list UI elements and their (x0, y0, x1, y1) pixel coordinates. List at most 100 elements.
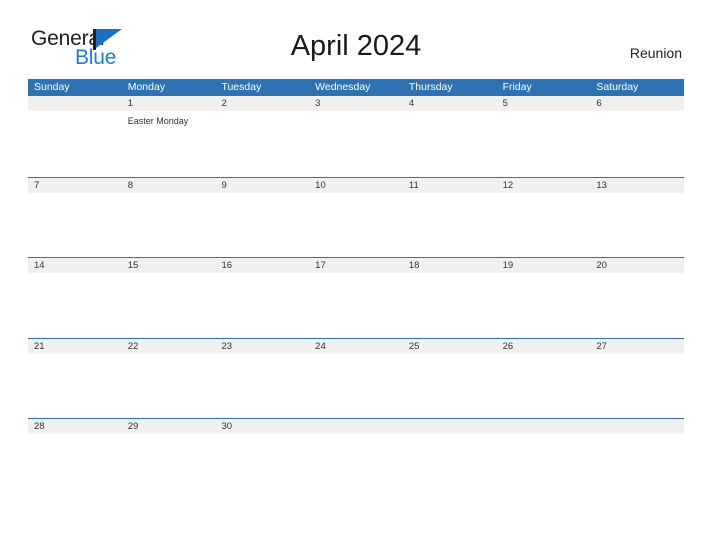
calendar-day-cell[interactable]: 12 (496, 177, 591, 258)
day-event: Easter Monday (127, 116, 189, 126)
calendar-day-cell[interactable]: 19 (496, 258, 591, 338)
day-events (497, 193, 591, 197)
page-header: General Blue April 2024 Reunion (0, 0, 712, 68)
day-number: 24 (315, 340, 326, 352)
day-events (497, 111, 591, 115)
day-events (497, 434, 591, 438)
calendar-day-cell[interactable]: 4 (402, 96, 497, 177)
day-events (309, 354, 403, 358)
calendar-week-row: 14 15 16 17 18 19 20 (28, 257, 685, 338)
day-number-band: 30 (215, 419, 310, 434)
day-number-band: 13 (590, 177, 685, 193)
day-number-band: 22 (121, 338, 216, 354)
day-number-band: 27 (590, 338, 685, 354)
day-number: 26 (502, 340, 514, 352)
day-number: 10 (315, 179, 326, 191)
day-events (28, 273, 122, 277)
day-number: 21 (34, 340, 45, 352)
day-events (215, 273, 309, 277)
calendar-day-cell[interactable]: 17 (309, 258, 403, 338)
calendar-day-cell[interactable]: 6 (590, 96, 685, 177)
day-number-band (28, 96, 122, 111)
calendar-day-cell-empty (309, 419, 403, 499)
day-number-band: 1 (121, 96, 216, 111)
day-number: 4 (408, 98, 415, 109)
day-events (403, 434, 497, 438)
calendar-day-cell[interactable]: 29 (121, 419, 216, 499)
calendar-day-cell[interactable]: 26 (496, 338, 591, 419)
calendar-day-cell[interactable]: 14 (28, 258, 122, 338)
calendar-day-cell[interactable]: 1 Easter Monday (121, 96, 216, 177)
calendar-day-cell[interactable]: 5 (496, 96, 591, 177)
calendar-day-cell[interactable]: 7 (28, 177, 122, 258)
calendar-day-cell[interactable]: 8 (121, 177, 216, 258)
day-events (590, 354, 684, 358)
calendar-weeks: 1 Easter Monday 2 3 4 5 6 7 8 9 10 11 12 13 14 15 16 17 18… (28, 96, 685, 499)
day-number-band: 4 (402, 96, 497, 111)
day-events (403, 111, 497, 115)
day-number-band: 12 (496, 177, 591, 193)
calendar-day-cell[interactable]: 11 (402, 177, 497, 258)
calendar-day-cell[interactable]: 25 (402, 338, 497, 419)
day-number-band: 19 (496, 258, 591, 273)
day-number-band: 6 (590, 96, 685, 111)
day-number-band: 11 (402, 177, 497, 193)
day-number-band: 25 (402, 338, 497, 354)
day-events (28, 354, 122, 358)
day-number: 25 (408, 340, 420, 352)
calendar-day-cell[interactable]: 20 (590, 258, 685, 338)
day-events (122, 354, 216, 358)
calendar-day-cell[interactable]: 18 (402, 258, 497, 338)
day-events (590, 273, 684, 277)
calendar-week-row: 1 Easter Monday 2 3 4 5 6 (28, 96, 685, 177)
day-number: 20 (596, 260, 607, 271)
weekday-header-row: Sunday Monday Tuesday Wednesday Thursday… (28, 79, 684, 96)
calendar-day-cell[interactable]: 27 (590, 338, 685, 419)
calendar-day-cell[interactable]: 28 (28, 419, 122, 499)
day-number-band: 24 (309, 338, 403, 354)
calendar-day-cell[interactable]: 10 (309, 177, 403, 258)
day-events (122, 434, 216, 438)
day-number: 8 (127, 179, 134, 191)
calendar-day-cell[interactable]: 30 (215, 419, 310, 499)
day-events (590, 193, 684, 197)
day-number-band: 5 (496, 96, 591, 111)
day-number-band: 16 (215, 258, 310, 273)
calendar-week-row: 28 29 30 (28, 418, 685, 499)
day-number: 27 (596, 340, 607, 352)
calendar-day-cell[interactable]: 16 (215, 258, 310, 338)
calendar-day-cell[interactable]: 2 (215, 96, 310, 177)
weekday-header-monday: Monday (127, 81, 166, 93)
day-number: 17 (315, 260, 326, 271)
page-title: April 2024 (290, 30, 422, 62)
day-events (403, 354, 497, 358)
day-events (215, 354, 309, 358)
day-number: 16 (221, 260, 233, 271)
day-number: 22 (127, 340, 139, 352)
weekday-header-saturday: Saturday (596, 81, 639, 93)
calendar-day-cell[interactable]: 24 (309, 338, 403, 419)
calendar-day-cell[interactable]: 13 (590, 177, 685, 258)
day-number: 2 (221, 98, 227, 109)
calendar-day-cell[interactable]: 3 (309, 96, 403, 177)
calendar-day-cell-empty (402, 419, 497, 499)
day-number: 3 (315, 98, 321, 109)
calendar-week-row: 7 8 9 10 11 12 13 (28, 176, 685, 258)
calendar-day-cell[interactable]: 23 (215, 338, 310, 419)
day-events (309, 273, 403, 277)
day-events (403, 273, 497, 277)
day-number-band: 17 (309, 258, 403, 273)
day-events (28, 434, 122, 438)
calendar-day-cell[interactable]: 15 (121, 258, 216, 338)
calendar-day-cell[interactable]: 21 (28, 338, 122, 419)
day-number-band (590, 419, 685, 434)
calendar-day-cell[interactable]: 22 (121, 338, 216, 419)
weekday-header-sunday: Sunday (34, 81, 70, 93)
day-number-band (402, 419, 497, 434)
day-number: 29 (127, 421, 139, 432)
day-number-band: 9 (215, 177, 310, 193)
weekday-header-wednesday: Wednesday (315, 81, 371, 93)
calendar-day-cell[interactable]: 9 (215, 177, 310, 258)
day-number-band: 14 (28, 258, 122, 273)
day-events (497, 354, 591, 358)
